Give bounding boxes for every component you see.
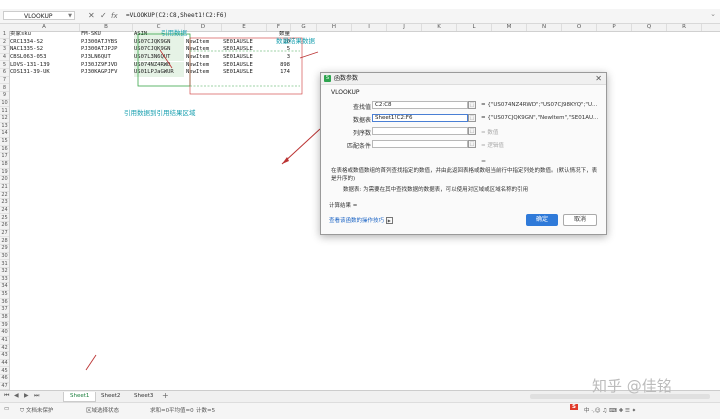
calculation-result: 计算结果 = bbox=[329, 203, 358, 209]
function-arguments-dialog: S 函数参数 ✕ VLOOKUP 查找值 C2:C8 ⬚ = {"US074NZ… bbox=[320, 72, 607, 235]
video-icon[interactable]: ▶ bbox=[385, 217, 393, 224]
source-highlight-box bbox=[137, 33, 191, 87]
watermark: 知乎 @佳铭 bbox=[592, 377, 672, 395]
ok-button[interactable]: 确定 bbox=[526, 214, 558, 226]
help-link[interactable]: 查看该函数的操作技巧 ▶ bbox=[329, 216, 393, 224]
arg-label-col-index: 列序数 bbox=[352, 130, 371, 137]
name-box[interactable]: VLOOKUP ▼ bbox=[3, 11, 75, 20]
formula-bar: VLOOKUP ▼ ✕ ✓ fx =VLOOKUP(C2:C8,Sheet1!C… bbox=[0, 9, 720, 24]
sheet-tab-2[interactable]: Sheet2 bbox=[95, 392, 126, 401]
pointer-arrow bbox=[159, 49, 173, 69]
add-sheet-button[interactable]: + bbox=[162, 391, 169, 400]
name-box-value: VLOOKUP bbox=[24, 13, 53, 20]
expand-icon[interactable]: ⌄ bbox=[710, 10, 716, 18]
lookup-value-field[interactable]: C2:C8 bbox=[372, 101, 468, 109]
spreadsheet-app-icon: S bbox=[324, 75, 331, 82]
annotation-qty-result: 数量结果数据 bbox=[276, 37, 315, 45]
close-icon[interactable]: ✕ bbox=[88, 10, 95, 22]
next-sheet-icon[interactable]: ▶ bbox=[24, 392, 29, 399]
protection-text: 文档未保护 bbox=[25, 408, 54, 414]
match-type-field[interactable] bbox=[372, 140, 468, 148]
arg-result-lookup-value: = {"US074NZ4RWD";"US07CJ98KYQ";"U... bbox=[481, 102, 598, 108]
cancel-button[interactable]: 取消 bbox=[563, 214, 597, 226]
arg-label-lookup-value: 查找值 bbox=[352, 104, 371, 111]
arg-result-table-array: = {"US07CJQK9GN","NewItem","SE01AU... bbox=[481, 115, 599, 121]
prev-sheet-icon[interactable]: ◀ bbox=[14, 392, 19, 399]
mode-status: 区域选择状态 bbox=[86, 408, 120, 414]
table-array-field[interactable]: Sheet1!C2:F6 bbox=[372, 114, 468, 122]
status-bar: ▭ ⛉ 文档未保护 区域选择状态 求和=0 平均值=0 计数=5 S 中 ·,☺… bbox=[0, 402, 720, 419]
dialog-title: 函数参数 bbox=[334, 75, 359, 82]
parameter-description: 数据表: 为需要在其中查找数据的数据表，可以使用对区域或区域名称的引用 bbox=[343, 187, 529, 193]
arg-label-match-type: 匹配条件 bbox=[346, 143, 371, 150]
range-picker-icon[interactable]: ⬚ bbox=[468, 114, 476, 122]
sum-status: 求和=0 bbox=[150, 408, 170, 414]
result-equals: = bbox=[481, 158, 487, 165]
range-picker-icon[interactable]: ⬚ bbox=[468, 101, 476, 109]
formula-input[interactable]: =VLOOKUP(C2:C8,Sheet1!C2:F6) bbox=[126, 10, 227, 22]
close-icon[interactable]: ✕ bbox=[595, 73, 602, 84]
col-index-field[interactable] bbox=[372, 127, 468, 135]
check-icon[interactable]: ✓ bbox=[100, 10, 107, 22]
sheet-tab-3[interactable]: Sheet3 bbox=[128, 392, 159, 401]
last-sheet-icon[interactable]: ⏭ bbox=[34, 392, 39, 400]
ime-logo-icon[interactable]: S bbox=[570, 404, 578, 410]
annotation-ref-note: 引用数据到引用结果区域 bbox=[124, 109, 196, 117]
shield-icon: ⛉ bbox=[20, 408, 25, 414]
annotation-ref-data: 引用数据 bbox=[161, 29, 187, 37]
target-selection-box bbox=[189, 37, 303, 95]
protection-status[interactable]: ⛉ 文档未保护 bbox=[20, 406, 53, 415]
dialog-titlebar[interactable]: S 函数参数 ✕ bbox=[321, 73, 606, 85]
function-description: 在表格或数值数组的首列查找指定的数值，并由此返回表格或数组当前行中指定列处的数值… bbox=[331, 168, 598, 182]
arg-label-table-array: 数据表 bbox=[352, 117, 371, 124]
fx-button[interactable]: fx bbox=[111, 10, 118, 22]
function-name: VLOOKUP bbox=[331, 89, 360, 96]
count-status: 计数=5 bbox=[196, 408, 216, 414]
pointer-arrow bbox=[299, 51, 319, 59]
first-sheet-icon[interactable]: ⏮ bbox=[4, 392, 9, 400]
arg-result-col-index: = 数值 bbox=[481, 130, 499, 136]
document-icon: ▭ bbox=[4, 406, 10, 412]
chevron-down-icon[interactable]: ▼ bbox=[68, 12, 72, 21]
average-status: 平均值=0 bbox=[169, 408, 194, 414]
range-picker-icon[interactable]: ⬚ bbox=[468, 127, 476, 135]
pointer-arrow bbox=[85, 354, 97, 371]
ime-toolbar-icons[interactable]: 中 ·,☺ ♫ ⌨ ✚ ☰ ✦ bbox=[584, 406, 636, 414]
sheet-tab-1[interactable]: Sheet1 bbox=[63, 392, 97, 402]
range-picker-icon[interactable]: ⬚ bbox=[468, 140, 476, 148]
help-link-text[interactable]: 查看该函数的操作技巧 bbox=[329, 218, 384, 224]
arg-result-match-type: = 逻辑值 bbox=[481, 143, 504, 149]
